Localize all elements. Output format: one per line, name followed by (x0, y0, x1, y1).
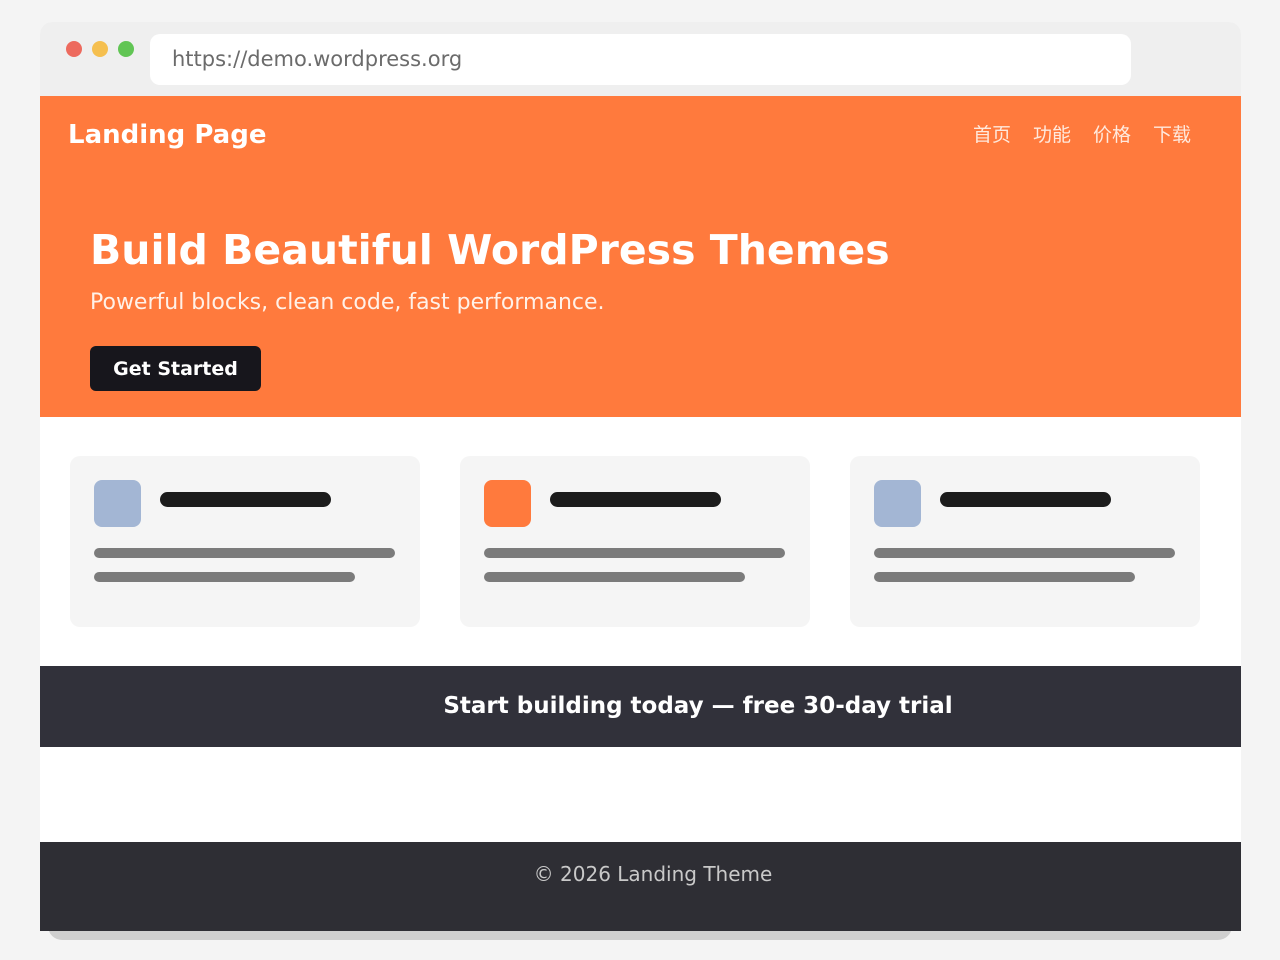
browser-chrome: https://demo.wordpress.org (40, 22, 1241, 96)
card-text-placeholder (874, 572, 1135, 582)
nav-item-home[interactable]: 首页 (973, 120, 1011, 147)
orange-square-icon (484, 480, 531, 527)
card-title-placeholder (940, 492, 1111, 507)
blue-square-icon (874, 480, 921, 527)
nav-item-download[interactable]: 下载 (1153, 120, 1191, 147)
get-started-button[interactable]: Get Started (90, 346, 261, 391)
blue-square-icon (94, 480, 141, 527)
card-text-placeholder (94, 572, 355, 582)
site-brand[interactable]: Landing Page (68, 120, 266, 150)
card-title-placeholder (550, 492, 721, 507)
nav-item-pricing[interactable]: 价格 (1093, 120, 1131, 147)
card-text-placeholder (94, 548, 395, 558)
hero-title: Build Beautiful WordPress Themes (90, 226, 890, 274)
browser-window: https://demo.wordpress.org Landing Page … (40, 22, 1241, 931)
card-text-placeholder (484, 548, 785, 558)
site-footer: © 2026 Landing Theme (40, 842, 1241, 931)
card-text-placeholder (874, 548, 1175, 558)
feature-card (70, 456, 420, 627)
address-bar[interactable]: https://demo.wordpress.org (150, 34, 1131, 85)
minimize-window-icon[interactable] (92, 41, 108, 57)
main-nav: 首页 功能 价格 下载 (973, 120, 1191, 147)
hero-subtitle: Powerful blocks, clean code, fast perfor… (90, 290, 605, 315)
nav-item-features[interactable]: 功能 (1033, 120, 1071, 147)
feature-card (460, 456, 810, 627)
hero-section: Landing Page 首页 功能 价格 下载 Build Beautiful… (40, 96, 1241, 417)
feature-card (850, 456, 1200, 627)
card-title-placeholder (160, 492, 331, 507)
cta-banner: Start building today — free 30-day trial (40, 666, 1241, 747)
close-window-icon[interactable] (66, 41, 82, 57)
card-text-placeholder (484, 572, 745, 582)
maximize-window-icon[interactable] (118, 41, 134, 57)
